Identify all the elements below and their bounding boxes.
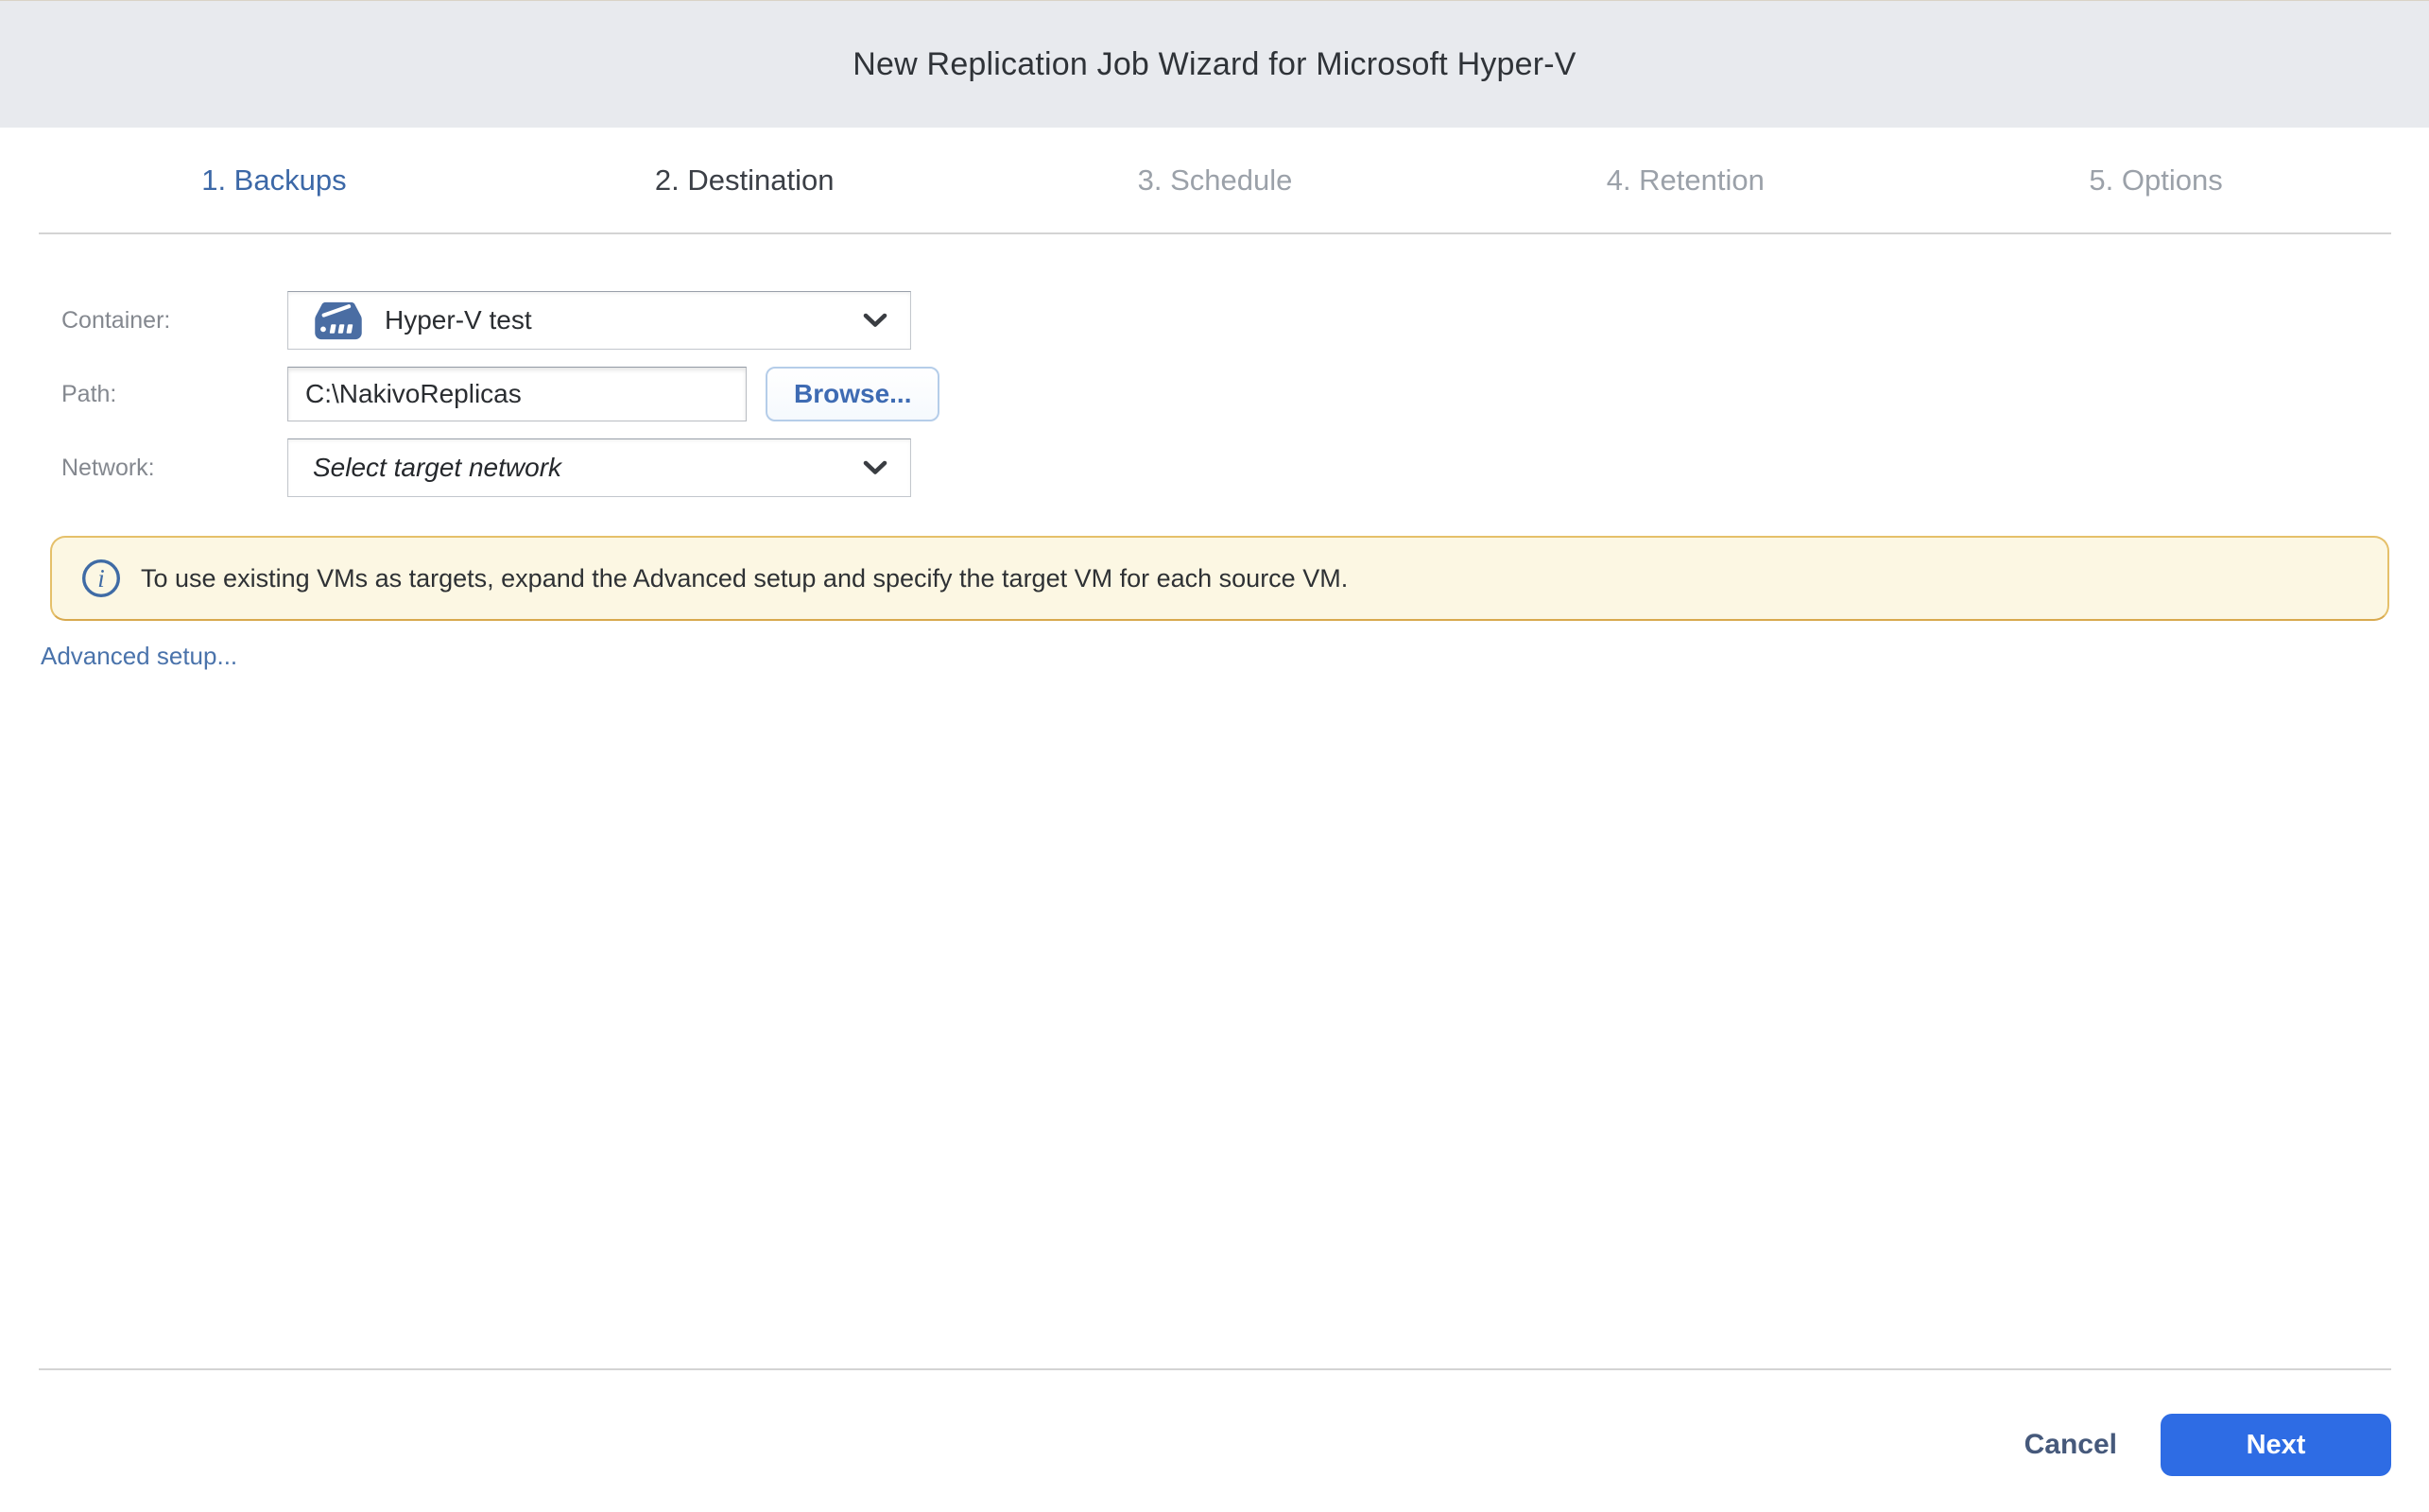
container-label: Container: bbox=[61, 307, 287, 335]
container-row: Container: Hyper-V test bbox=[61, 291, 2429, 350]
chevron-down-icon bbox=[863, 460, 887, 475]
tab-options[interactable]: 5. Options bbox=[1921, 163, 2391, 198]
network-placeholder: Select target network bbox=[313, 453, 561, 483]
tab-backups[interactable]: 1. Backups bbox=[39, 163, 509, 198]
browse-button[interactable]: Browse... bbox=[766, 367, 939, 421]
footer-actions: Cancel Next bbox=[39, 1414, 2391, 1476]
svg-text:i: i bbox=[97, 564, 105, 593]
advanced-setup-link[interactable]: Advanced setup... bbox=[41, 642, 237, 671]
container-select[interactable]: Hyper-V test bbox=[287, 291, 911, 350]
page-title: New Replication Job Wizard for Microsoft… bbox=[853, 46, 1576, 83]
tab-schedule[interactable]: 3. Schedule bbox=[980, 163, 1451, 198]
banner-text: To use existing VMs as targets, expand t… bbox=[141, 564, 1348, 593]
path-row: Path: Browse... bbox=[61, 367, 2429, 421]
footer-bar: Cancel Next bbox=[39, 1368, 2391, 1476]
tab-destination[interactable]: 2. Destination bbox=[509, 163, 980, 198]
tab-retention[interactable]: 4. Retention bbox=[1450, 163, 1921, 198]
network-row: Network: Select target network bbox=[61, 438, 2429, 497]
destination-form: Container: Hyper-V test bbox=[61, 291, 2429, 497]
network-select[interactable]: Select target network bbox=[287, 438, 911, 497]
chevron-down-icon bbox=[863, 313, 887, 328]
info-icon: i bbox=[80, 558, 122, 599]
path-label: Path: bbox=[61, 381, 287, 408]
hyperv-container-icon bbox=[311, 300, 366, 342]
wizard-header: New Replication Job Wizard for Microsoft… bbox=[0, 1, 2429, 128]
next-button[interactable]: Next bbox=[2161, 1414, 2391, 1476]
cancel-button[interactable]: Cancel bbox=[2024, 1429, 2117, 1461]
container-selected-value: Hyper-V test bbox=[385, 305, 532, 335]
wizard-window: New Replication Job Wizard for Microsoft… bbox=[0, 0, 2429, 1512]
network-label: Network: bbox=[61, 455, 287, 482]
info-banner: i To use existing VMs as targets, expand… bbox=[50, 536, 2389, 621]
path-input[interactable] bbox=[287, 367, 747, 421]
step-tabs: 1. Backups 2. Destination 3. Schedule 4.… bbox=[39, 128, 2391, 234]
